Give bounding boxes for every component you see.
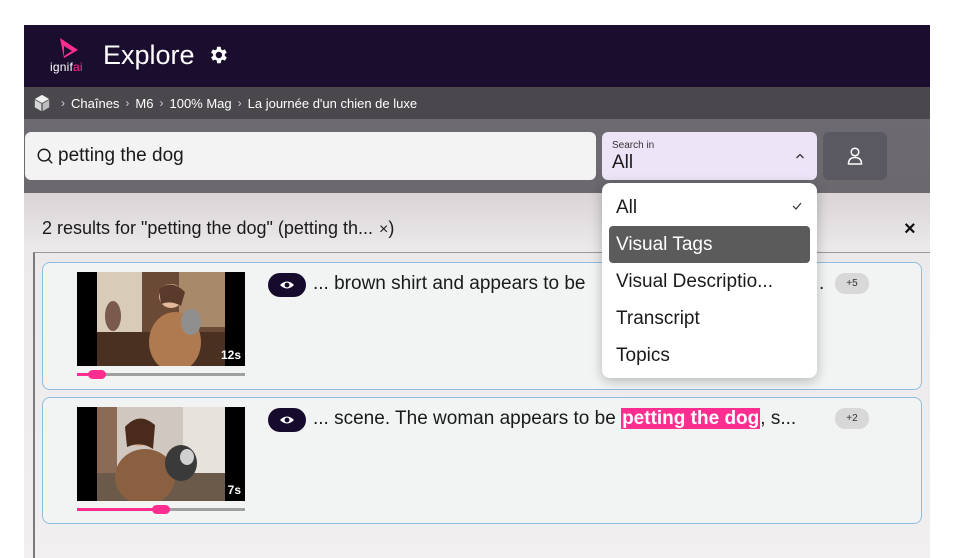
menu-item-visual-tags[interactable]: Visual Tags [609,226,810,263]
thumbnail-image [97,407,225,501]
result-card[interactable]: 7s ... scene. The woman appears to be pe… [42,397,922,524]
search-in-menu: All Visual Tags Visual Descriptio... Tra… [602,183,817,378]
snippet-highlight: petting the dog [621,408,761,429]
check-icon [792,202,802,210]
app-header: ignifai Explore [24,25,930,87]
search-icon [37,148,53,164]
user-button[interactable] [823,132,887,180]
video-progress-bar[interactable] [77,505,245,514]
search-in-select[interactable]: Search in All [602,132,817,180]
search-input[interactable]: petting the dog [25,132,596,180]
video-duration: 7s [227,483,241,497]
breadcrumb: › Chaînes › M6 › 100% Mag › La journée d… [24,87,930,119]
progress-handle[interactable] [88,370,106,379]
gear-icon[interactable] [207,44,229,66]
eye-icon [280,416,294,424]
progress-fill [77,508,161,511]
breadcrumb-item-chaines[interactable]: Chaînes [71,96,119,111]
thumbnail-image [97,272,225,366]
clear-filter-button[interactable]: × [379,221,388,238]
cube-icon[interactable] [33,94,51,112]
breadcrumb-item-m6[interactable]: M6 [135,96,153,111]
video-progress-bar[interactable] [77,370,245,379]
result-snippet: ... scene. The woman appears to be petti… [313,408,797,429]
video-thumbnail[interactable]: 12s [77,272,245,366]
eye-icon [280,281,294,289]
more-matches-badge[interactable]: +5 [835,273,869,294]
breadcrumb-separator: › [61,96,65,110]
menu-item-label: Transcript [616,307,700,329]
result-snippet: ... brown shirt and appears to be. [313,273,825,294]
results-summary: 2 results for "petting the dog" (petting… [42,218,395,238]
menu-item-all[interactable]: All [609,189,810,226]
snippet-trailing: . [819,273,825,294]
menu-item-transcript[interactable]: Transcript [609,300,810,337]
search-query-text[interactable]: petting the dog [58,145,184,167]
search-in-value: All [612,152,634,173]
user-icon [847,147,863,165]
menu-item-label: All [616,196,638,218]
chevron-up-icon [796,153,804,159]
page-title: Explore [103,40,195,70]
logo-wordmark: ignifai [50,60,83,74]
search-in-label: Search in [612,140,655,151]
menu-item-label: Topics [616,344,670,366]
breadcrumb-separator: › [159,96,164,110]
breadcrumb-separator: › [125,96,130,110]
close-results-button[interactable]: × [904,218,916,241]
preview-button[interactable] [268,408,306,432]
video-thumbnail[interactable]: 7s [77,407,245,501]
video-duration: 12s [220,348,241,362]
menu-item-topics[interactable]: Topics [609,337,810,374]
preview-button[interactable] [268,273,306,297]
more-matches-badge[interactable]: +2 [835,408,869,429]
breadcrumb-separator: › [237,96,242,110]
menu-item-visual-descriptions[interactable]: Visual Descriptio... [609,263,810,300]
progress-handle[interactable] [152,505,170,514]
menu-item-label: Visual Tags [616,233,713,255]
breadcrumb-item-100-mag[interactable]: 100% Mag [169,96,231,111]
breadcrumb-item-episode[interactable]: La journée d'un chien de luxe [248,96,417,111]
menu-item-label: Visual Descriptio... [616,270,773,292]
